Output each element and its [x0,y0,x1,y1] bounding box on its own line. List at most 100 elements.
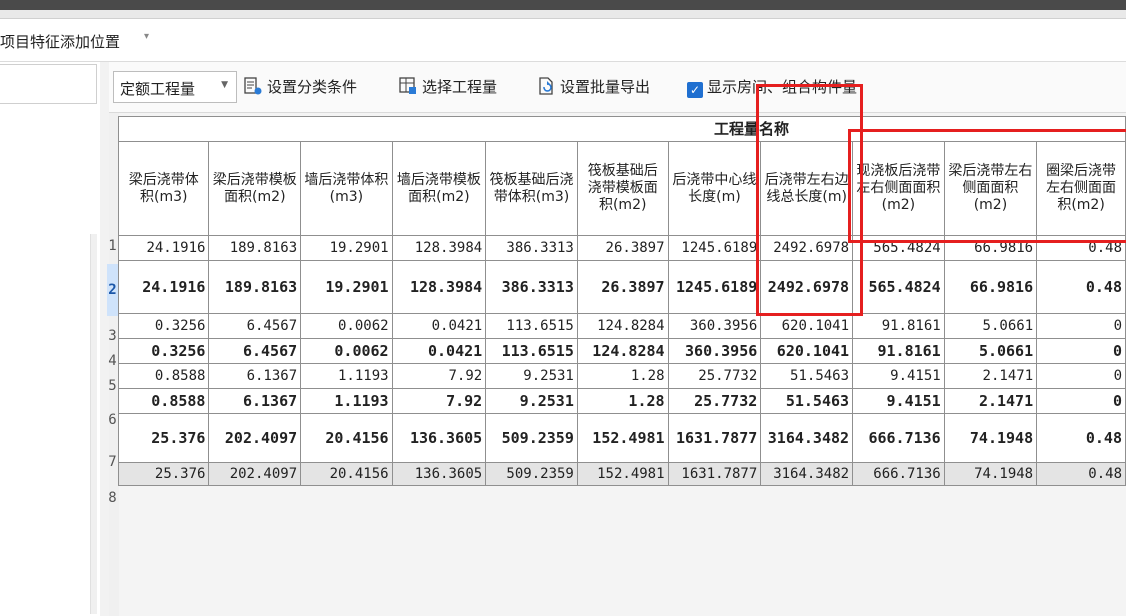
table-cell[interactable]: 9.4151 [852,363,945,389]
table-cell[interactable]: 1245.6189 [667,260,762,314]
table-cell[interactable]: 1245.6189 [667,235,762,261]
table-cell[interactable]: 2.1471 [943,388,1038,414]
table-cell[interactable]: 0.0421 [391,313,487,339]
table-cell[interactable]: 202.4097 [208,413,302,463]
table-cell[interactable]: 1631.7877 [667,462,762,486]
table-cell[interactable]: 152.4981 [576,413,669,463]
table-cell[interactable]: 565.4824 [852,235,945,261]
table-cell[interactable]: 1.28 [576,363,669,389]
table-cell[interactable]: 7.92 [391,388,487,414]
table-cell[interactable]: 91.8161 [852,313,945,339]
row-number[interactable]: 7 [107,454,118,470]
column-header[interactable]: 墙后浇带模板面积(m2) [391,141,487,236]
column-header[interactable]: 后浇带左右边线总长度(m) [760,141,854,236]
table-cell[interactable]: 509.2359 [485,413,578,463]
table-cell[interactable]: 3164.3482 [760,462,854,486]
table-cell[interactable]: 1631.7877 [667,413,762,463]
table-cell[interactable]: 3164.3482 [760,413,854,463]
table-cell[interactable]: 360.3956 [667,338,762,364]
row-number[interactable]: 1 [107,238,118,254]
table-row[interactable]: 0.3256 6.4567 0.0062 0.0421 113.6515 124.8284… [117,313,1126,339]
column-header[interactable]: 圈梁后浇带左右侧面面积(m2) [1036,141,1126,236]
table-cell[interactable]: 113.6515 [485,338,578,364]
quantity-type-dropdown[interactable]: 定额工程量 ▼ [113,71,237,103]
row-number[interactable]: 4 [107,353,118,369]
table-cell[interactable]: 1.1193 [300,388,393,414]
table-cell[interactable]: 0.0062 [300,313,393,339]
table-cell[interactable]: 0 [1036,313,1126,339]
table-cell[interactable]: 25.7732 [667,388,762,414]
table-cell[interactable]: 9.4151 [852,388,945,414]
column-header[interactable]: 现浇板后浇带左右侧面面积(m2) [852,141,945,236]
table-cell[interactable]: 124.8284 [576,313,669,339]
table-cell[interactable]: 0.8588 [117,388,210,414]
table-cell[interactable]: 6.1367 [208,388,302,414]
table-cell[interactable]: 26.3897 [576,260,669,314]
table-cell[interactable]: 20.4156 [300,413,393,463]
left-pane-scrollbar[interactable] [90,234,97,614]
table-cell[interactable]: 189.8163 [208,235,302,261]
table-cell[interactable]: 136.3605 [391,413,487,463]
table-cell[interactable]: 66.9816 [943,260,1038,314]
table-cell[interactable]: 0 [1036,388,1126,414]
table-cell[interactable]: 386.3313 [485,235,578,261]
table-cell[interactable]: 51.5463 [760,363,854,389]
table-cell[interactable]: 620.1041 [760,313,854,339]
table-cell[interactable]: 124.8284 [576,338,669,364]
row-number[interactable]: 6 [107,412,118,428]
set-classification-button[interactable]: 设置分类条件 [243,76,357,97]
table-cell[interactable]: 24.1916 [117,260,210,314]
table-cell[interactable]: 565.4824 [852,260,945,314]
table-row[interactable]: 0.8588 6.1367 1.1193 7.92 9.2531 1.28 25.7732 5… [117,388,1126,414]
table-row[interactable]: 0.8588 6.1367 1.1193 7.92 9.2531 1.28 25.7732 5… [117,363,1126,389]
feature-position-menu[interactable]: 项目特征添加位置 [0,31,120,52]
table-cell[interactable]: 1.28 [576,388,669,414]
table-cell[interactable]: 0.0421 [391,338,487,364]
table-cell[interactable]: 6.4567 [208,338,302,364]
table-cell[interactable]: 19.2901 [300,260,393,314]
table-cell[interactable]: 2.1471 [943,363,1038,389]
table-cell[interactable]: 5.0661 [943,313,1038,339]
table-cell[interactable]: 1.1193 [300,363,393,389]
table-cell[interactable]: 26.3897 [576,235,669,261]
table-cell[interactable]: 24.1916 [117,235,210,261]
column-header[interactable]: 筏板基础后浇带体积(m3) [485,141,578,236]
chevron-down-icon[interactable]: ▾ [144,31,149,42]
column-header[interactable]: 梁后浇带体积(m3) [117,141,210,236]
column-header[interactable]: 筏板基础后浇带模板面积(m2) [576,141,669,236]
table-cell[interactable]: 360.3956 [667,313,762,339]
column-header[interactable]: 梁后浇带左右侧面面积(m2) [943,141,1038,236]
select-quantity-button[interactable]: 选择工程量 [398,76,497,97]
table-cell[interactable]: 0.0062 [300,338,393,364]
table-cell[interactable]: 128.3984 [391,235,487,261]
table-row[interactable]: 24.1916 189.8163 19.2901 128.3984 386.3313 26… [117,235,1126,261]
table-cell[interactable]: 25.376 [117,462,210,486]
table-cell[interactable]: 386.3313 [485,260,578,314]
table-cell[interactable]: 189.8163 [208,260,302,314]
table-cell[interactable]: 152.4981 [576,462,669,486]
table-cell[interactable]: 0 [1036,363,1126,389]
row-number[interactable]: 3 [107,328,118,344]
table-cell[interactable]: 9.2531 [485,363,578,389]
row-number[interactable]: 5 [107,378,118,394]
table-cell[interactable]: 0.3256 [117,338,210,364]
table-row[interactable]: 0.3256 6.4567 0.0062 0.0421 113.6515 124.8284… [117,338,1126,364]
column-header[interactable]: 梁后浇带模板面积(m2) [208,141,302,236]
table-cell[interactable]: 74.1948 [943,413,1038,463]
table-cell[interactable]: 509.2359 [485,462,578,486]
table-cell[interactable]: 136.3605 [391,462,487,486]
row-number[interactable]: 8 [107,490,118,506]
table-cell[interactable]: 51.5463 [760,388,854,414]
table-cell[interactable]: 6.1367 [208,363,302,389]
table-cell[interactable]: 2492.6978 [760,235,854,261]
column-header[interactable]: 墙后浇带体积(m3) [300,141,393,236]
table-cell[interactable]: 113.6515 [485,313,578,339]
left-pane-field[interactable] [0,64,97,104]
table-cell[interactable]: 0 [1036,338,1126,364]
row-number-selected[interactable]: 2 [107,264,118,316]
table-cell[interactable]: 9.2531 [485,388,578,414]
table-cell[interactable]: 6.4567 [208,313,302,339]
table-cell[interactable]: 128.3984 [391,260,487,314]
table-cell[interactable]: 66.9816 [943,235,1038,261]
table-cell[interactable]: 666.7136 [852,413,945,463]
